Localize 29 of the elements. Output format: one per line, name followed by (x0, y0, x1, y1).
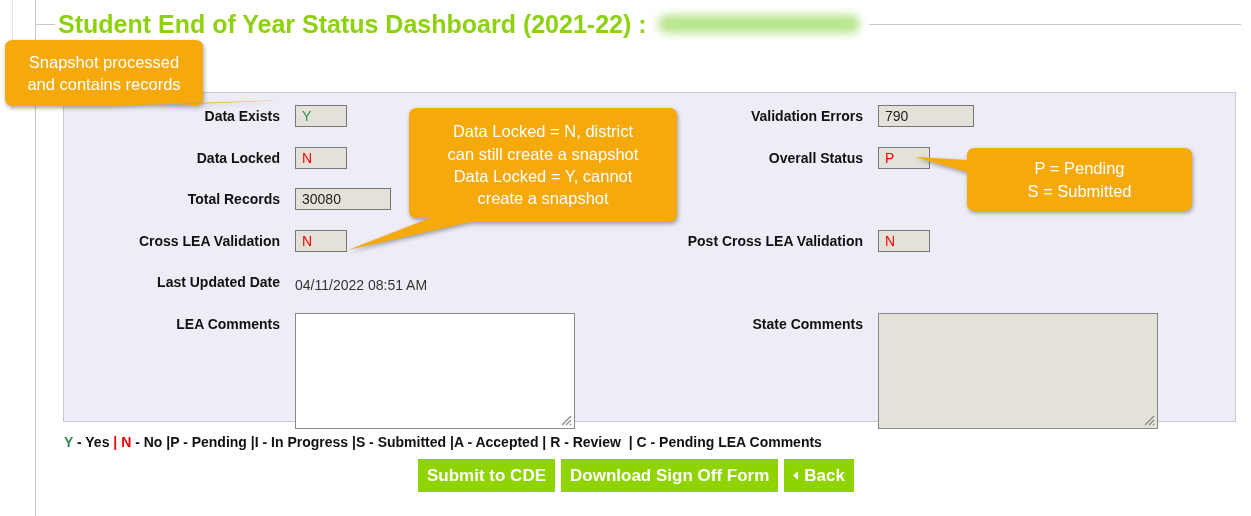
resize-grip-icon[interactable] (560, 413, 572, 426)
input-field[interactable]: 790 (878, 105, 974, 127)
input-field[interactable]: 30080 (295, 188, 391, 210)
left-triangle-icon (793, 471, 799, 480)
field-label: Post Cross LEA Validation (686, 231, 863, 249)
field-label: Validation Errors (749, 107, 863, 124)
field-value: 04/11/2022 08:51 AM (295, 276, 428, 293)
callout-text: Snapshot processed and contains records (27, 51, 181, 95)
comment-field[interactable] (295, 312, 575, 429)
callout-text: Data Locked = N, district can still create a snapshot Data Locked = Y, cannot create a snapshot (447, 121, 639, 210)
field-label: LEA Comments (175, 314, 280, 332)
action-button[interactable]: Back (784, 459, 854, 492)
field-label: Last Updated Date (156, 273, 280, 290)
input-field[interactable]: N (295, 146, 347, 169)
input-field[interactable]: P (878, 146, 930, 169)
input-field[interactable]: Y (295, 105, 347, 127)
action-button[interactable]: Submit to CDE (418, 459, 555, 492)
field-label: Cross LEA Validation (137, 231, 280, 249)
action-button[interactable]: Download Sign Off Form (561, 459, 779, 492)
callout-text: P = Pending S = Submitted (1027, 158, 1132, 202)
field-label: Data Locked (195, 148, 280, 166)
input-field[interactable]: N (878, 229, 930, 252)
dashboard-title: Student End of Year Status Dashboard (2021-22) : (58, 9, 647, 39)
status-legend: Y - Yes | N - No |P - Pending |I - In Progress |S - Submitted |A - Accepted | R - Review | C - Pending LEA Comments (64, 434, 1241, 450)
field-label: State Comments (751, 314, 863, 332)
field-label: Overall Status (767, 148, 863, 166)
input-field[interactable]: N (295, 229, 347, 252)
field-label: Data Exists (203, 107, 280, 124)
field-label: Total Records (186, 190, 280, 207)
